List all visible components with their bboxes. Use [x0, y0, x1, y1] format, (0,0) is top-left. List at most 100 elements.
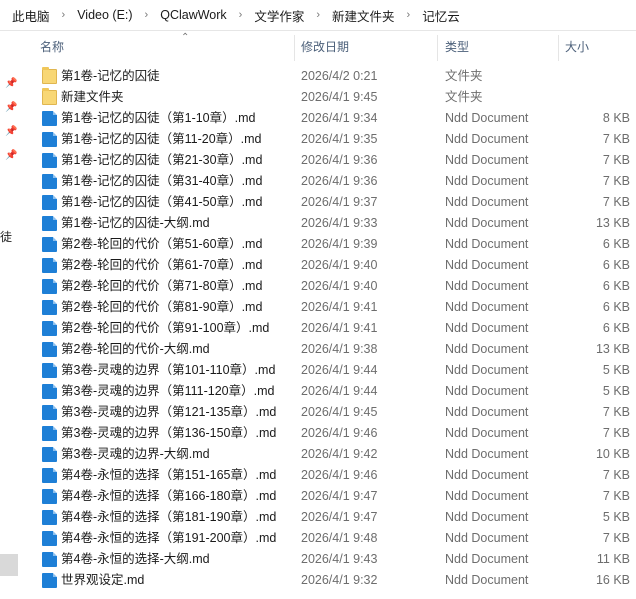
chevron-right-icon[interactable]: ›	[306, 9, 330, 21]
file-size: 7 KB	[602, 405, 630, 419]
file-type: Ndd Document	[445, 426, 529, 440]
file-row[interactable]: 第1卷-记忆的囚徒-大纲.md 2026/4/1 9:33 Ndd Document…	[19, 213, 636, 234]
file-row[interactable]: 世界观设定.md 2026/4/1 9:32 Ndd Document 16 KB	[19, 570, 636, 591]
pin-icon[interactable]: 📌	[5, 127, 17, 137]
column-divider[interactable]	[294, 35, 295, 61]
file-size: 16 KB	[595, 573, 630, 587]
chevron-right-icon[interactable]: ›	[229, 9, 253, 21]
column-type[interactable]: 类型	[445, 31, 469, 64]
file-row[interactable]: 第4卷-永恒的选择-大纲.md 2026/4/1 9:43 Ndd Document…	[19, 549, 636, 570]
file-type: Ndd Document	[445, 384, 529, 398]
document-icon	[42, 531, 57, 546]
file-name: 第1卷-记忆的囚徒-大纲.md	[61, 216, 210, 230]
file-name: 第3卷-灵魂的边界（第136-150章）.md	[61, 426, 277, 440]
pin-icon[interactable]: 📌	[5, 103, 17, 113]
file-name: 第1卷-记忆的囚徒（第41-50章）.md	[61, 195, 263, 209]
file-type: Ndd Document	[445, 195, 529, 209]
pin-icon[interactable]: 📌	[5, 79, 17, 89]
document-icon	[42, 384, 57, 399]
column-divider[interactable]	[558, 35, 559, 61]
file-row[interactable]: 第1卷-记忆的囚徒（第31-40章）.md 2026/4/1 9:36 Ndd Do…	[19, 171, 636, 192]
sort-ascending-icon: ⌃	[181, 32, 190, 43]
breadcrumb[interactable]: 此电脑 › Video (E:) › QClawWork › 文学作家 › 新建文件夹 › 记忆云	[0, 0, 636, 31]
nav-item-cutoff-label[interactable]: 徒	[0, 228, 12, 245]
document-icon	[42, 216, 57, 231]
file-row[interactable]: 第3卷-灵魂的边界-大纲.md 2026/4/1 9:42 Ndd Document…	[19, 444, 636, 465]
document-icon	[42, 111, 57, 126]
breadcrumb-item[interactable]: 文学作家	[252, 6, 306, 25]
file-type: Ndd Document	[445, 342, 529, 356]
document-icon	[42, 447, 57, 462]
file-name: 第4卷-永恒的选择-大纲.md	[61, 552, 210, 566]
column-divider[interactable]	[437, 35, 438, 61]
file-row[interactable]: 第4卷-永恒的选择（第166-180章）.md 2026/4/1 9:47 Ndd …	[19, 486, 636, 507]
document-icon	[42, 573, 57, 588]
file-name: 第1卷-记忆的囚徒（第11-20章）.md	[61, 132, 262, 146]
file-name: 第1卷-记忆的囚徒	[61, 69, 160, 83]
file-row[interactable]: 第3卷-灵魂的边界（第111-120章）.md 2026/4/1 9:44 Ndd …	[19, 381, 636, 402]
file-date: 2026/4/1 9:36	[301, 174, 378, 188]
file-size: 7 KB	[602, 174, 630, 188]
file-row[interactable]: 第2卷-轮回的代价（第91-100章）.md 2026/4/1 9:41 Ndd D…	[19, 318, 636, 339]
file-name: 第1卷-记忆的囚徒（第1-10章）.md	[61, 111, 256, 125]
file-row[interactable]: 第2卷-轮回的代价（第81-90章）.md 2026/4/1 9:41 Ndd Do…	[19, 297, 636, 318]
file-type: Ndd Document	[445, 552, 529, 566]
file-date: 2026/4/1 9:35	[301, 132, 378, 146]
file-row[interactable]: 第1卷-记忆的囚徒（第21-30章）.md 2026/4/1 9:36 Ndd Do…	[19, 150, 636, 171]
file-name: 新建文件夹	[61, 90, 124, 104]
file-row[interactable]: 第1卷-记忆的囚徒（第1-10章）.md 2026/4/1 9:34 Ndd Doc…	[19, 108, 636, 129]
file-name: 世界观设定.md	[61, 573, 145, 587]
chevron-right-icon[interactable]: ›	[52, 9, 76, 21]
breadcrumb-item[interactable]: 新建文件夹	[330, 6, 397, 25]
file-size: 13 KB	[595, 216, 630, 230]
breadcrumb-item[interactable]: 记忆云	[420, 6, 462, 25]
file-name: 第3卷-灵魂的边界（第121-135章）.md	[61, 405, 277, 419]
file-name: 第4卷-永恒的选择（第181-190章）.md	[61, 510, 277, 524]
file-type: Ndd Document	[445, 258, 529, 272]
pin-icon[interactable]: 📌	[5, 151, 17, 161]
column-header: ⌃ 名称 修改日期 类型 大小	[19, 31, 636, 64]
file-size: 6 KB	[602, 300, 630, 314]
file-row[interactable]: 第2卷-轮回的代价（第61-70章）.md 2026/4/1 9:40 Ndd Do…	[19, 255, 636, 276]
file-name: 第2卷-轮回的代价（第51-60章）.md	[61, 237, 263, 251]
file-date: 2026/4/1 9:40	[301, 279, 378, 293]
file-type: Ndd Document	[445, 321, 529, 335]
file-row[interactable]: 第2卷-轮回的代价（第71-80章）.md 2026/4/1 9:40 Ndd Do…	[19, 276, 636, 297]
file-row[interactable]: 新建文件夹 2026/4/1 9:45 文件夹	[19, 87, 636, 108]
breadcrumb-item[interactable]: Video (E:)	[75, 8, 134, 22]
column-date[interactable]: 修改日期	[301, 31, 349, 64]
column-size[interactable]: 大小	[565, 31, 589, 64]
file-name: 第2卷-轮回的代价（第61-70章）.md	[61, 258, 263, 272]
file-date: 2026/4/1 9:48	[301, 531, 378, 545]
chevron-right-icon[interactable]: ›	[397, 9, 421, 21]
file-row[interactable]: 第1卷-记忆的囚徒（第41-50章）.md 2026/4/1 9:37 Ndd Do…	[19, 192, 636, 213]
file-date: 2026/4/1 9:34	[301, 111, 378, 125]
file-size: 5 KB	[602, 363, 630, 377]
file-row[interactable]: 第4卷-永恒的选择（第191-200章）.md 2026/4/1 9:48 Ndd …	[19, 528, 636, 549]
file-size: 7 KB	[602, 531, 630, 545]
file-row[interactable]: 第3卷-灵魂的边界（第136-150章）.md 2026/4/1 9:46 Ndd …	[19, 423, 636, 444]
document-icon	[42, 552, 57, 567]
file-type: Ndd Document	[445, 216, 529, 230]
file-size: 13 KB	[595, 342, 630, 356]
file-row[interactable]: 第1卷-记忆的囚徒 2026/4/2 0:21 文件夹	[19, 66, 636, 87]
document-icon	[42, 195, 57, 210]
file-row[interactable]: 第4卷-永恒的选择（第151-165章）.md 2026/4/1 9:46 Ndd …	[19, 465, 636, 486]
file-row[interactable]: 第4卷-永恒的选择（第181-190章）.md 2026/4/1 9:47 Ndd …	[19, 507, 636, 528]
document-icon	[42, 300, 57, 315]
file-date: 2026/4/1 9:36	[301, 153, 378, 167]
file-row[interactable]: 第2卷-轮回的代价-大纲.md 2026/4/1 9:38 Ndd Document…	[19, 339, 636, 360]
document-icon	[42, 153, 57, 168]
chevron-right-icon[interactable]: ›	[135, 9, 159, 21]
breadcrumb-item[interactable]: QClawWork	[158, 8, 228, 22]
file-row[interactable]: 第2卷-轮回的代价（第51-60章）.md 2026/4/1 9:39 Ndd Do…	[19, 234, 636, 255]
breadcrumb-item[interactable]: 此电脑	[10, 6, 52, 25]
file-type: 文件夹	[445, 90, 483, 104]
column-name[interactable]: 名称	[40, 31, 64, 64]
file-row[interactable]: 第3卷-灵魂的边界（第121-135章）.md 2026/4/1 9:45 Ndd …	[19, 402, 636, 423]
file-row[interactable]: 第3卷-灵魂的边界（第101-110章）.md 2026/4/1 9:44 Ndd …	[19, 360, 636, 381]
file-row[interactable]: 第1卷-记忆的囚徒（第11-20章）.md 2026/4/1 9:35 Ndd Do…	[19, 129, 636, 150]
nav-scrollbar-thumb[interactable]	[0, 554, 18, 576]
file-size: 5 KB	[602, 510, 630, 524]
file-date: 2026/4/1 9:40	[301, 258, 378, 272]
